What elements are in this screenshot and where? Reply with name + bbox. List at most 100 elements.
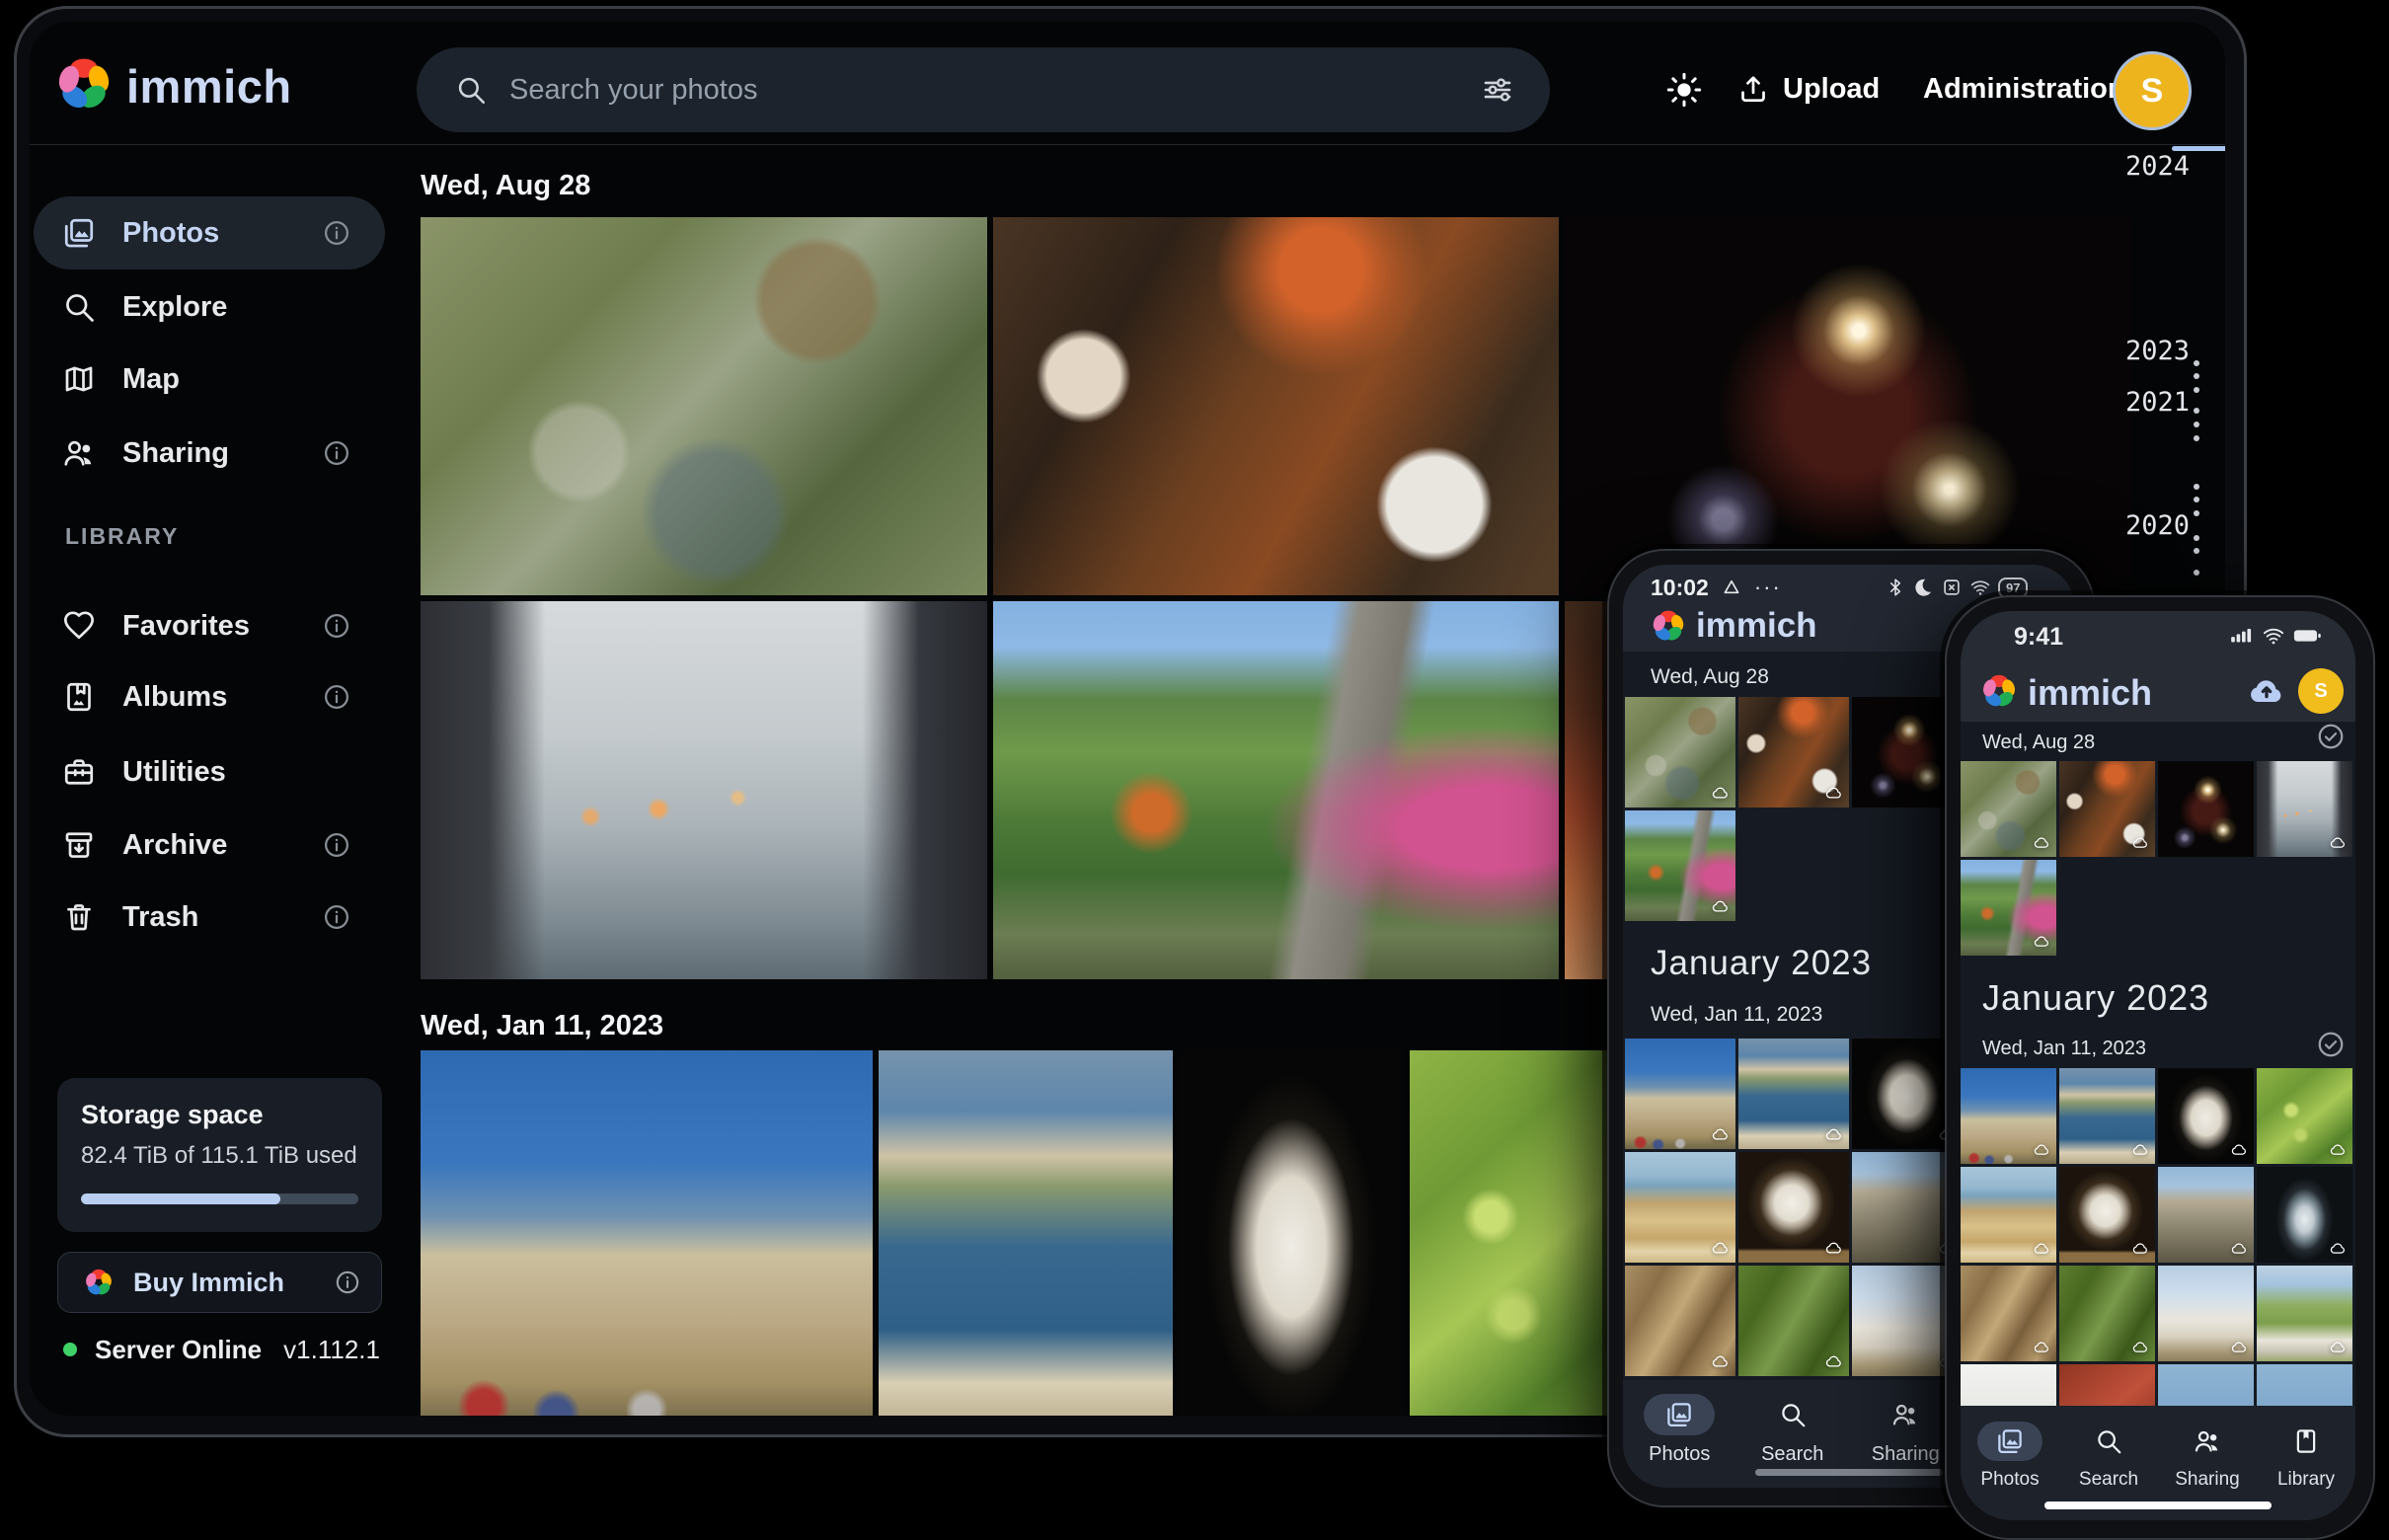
photo-snowchurch[interactable] xyxy=(2158,1266,2254,1361)
backup-cloud-icon[interactable] xyxy=(2247,672,2286,712)
info-icon[interactable] xyxy=(334,1269,361,1296)
search-icon xyxy=(1778,1400,1808,1429)
timeline-year[interactable]: 2021 xyxy=(2120,387,2190,418)
photo-alpine[interactable] xyxy=(2257,1266,2352,1361)
sidebar-item-albums[interactable]: Albums xyxy=(34,660,385,733)
avatar-letter: S xyxy=(2141,72,2164,111)
cellular-bars-icon xyxy=(2229,623,2255,649)
month-header: January 2023 xyxy=(1982,977,2209,1019)
nav-library[interactable]: Library xyxy=(2257,1422,2355,1520)
photo-dinner[interactable] xyxy=(2059,761,2155,857)
photo-coastal[interactable] xyxy=(1738,1039,1849,1149)
select-all-check-icon[interactable] xyxy=(2316,722,2346,751)
photo-ruins[interactable] xyxy=(2158,1167,2254,1263)
photo-dinner[interactable] xyxy=(1738,697,1849,808)
wifi-icon xyxy=(1969,577,1991,598)
sidebar-item-explore[interactable]: Explore xyxy=(34,270,385,344)
photo-rockbust[interactable] xyxy=(1738,1152,1849,1263)
explore-icon xyxy=(61,289,97,325)
photo-seagrapes[interactable] xyxy=(2257,1068,2352,1164)
photo-zoo[interactable] xyxy=(1625,697,1735,808)
cloud-sync-icon xyxy=(1712,1352,1730,1370)
photo-rockbust[interactable] xyxy=(2059,1167,2155,1263)
sidebar-item-trash[interactable]: Trash xyxy=(34,881,385,954)
home-indicator[interactable] xyxy=(2044,1502,2272,1509)
photo-lizard2[interactable] xyxy=(2059,1266,2155,1361)
sidebar-item-label: Sharing xyxy=(122,437,229,470)
info-icon[interactable] xyxy=(322,830,351,860)
utilities-icon xyxy=(61,754,97,790)
photo-zoo[interactable] xyxy=(1961,761,2056,857)
info-icon[interactable] xyxy=(322,902,351,932)
photo-lizard1[interactable] xyxy=(1961,1266,2056,1361)
upload-button[interactable]: Upload xyxy=(1735,61,1880,116)
photo-garden[interactable] xyxy=(1625,810,1735,921)
library-icon xyxy=(2291,1426,2321,1456)
photo-bustdark[interactable] xyxy=(2158,1068,2254,1164)
ios-clock: 9:41 xyxy=(2014,623,2063,652)
photo-castle[interactable] xyxy=(1625,1039,1735,1149)
cloud-sync-icon xyxy=(1712,1125,1730,1143)
sidebar-item-map[interactable]: Map xyxy=(34,343,385,416)
cloud-sync-icon xyxy=(2132,1339,2149,1355)
storage-space-panel: Storage space 82.4 TiB of 115.1 TiB used xyxy=(57,1078,382,1232)
cloud-sync-icon xyxy=(2330,834,2347,851)
cloud-sync-icon xyxy=(1825,784,1843,802)
sidebar-item-label: Trash xyxy=(122,901,198,934)
sidebar-item-sharing[interactable]: Sharing xyxy=(34,417,385,490)
theme-toggle-icon[interactable] xyxy=(1664,70,1704,110)
storage-title: Storage space xyxy=(81,1100,358,1130)
photo-beach[interactable] xyxy=(1961,1167,2056,1263)
photo-castle[interactable] xyxy=(421,1050,873,1416)
photo-row xyxy=(1961,1167,2352,1263)
photo-castle[interactable] xyxy=(1961,1068,2056,1164)
info-icon[interactable] xyxy=(322,438,351,468)
info-icon[interactable] xyxy=(322,682,351,712)
sidebar-item-archive[interactable]: Archive xyxy=(34,808,385,882)
cloud-sync-icon xyxy=(1712,784,1730,802)
photo-row xyxy=(421,217,2130,595)
sidebar-item-photos[interactable]: Photos xyxy=(34,196,385,270)
home-indicator[interactable] xyxy=(1755,1469,1943,1476)
sidebar-item-favorites[interactable]: Favorites xyxy=(34,589,385,662)
photo-garden[interactable] xyxy=(993,601,1559,979)
photo-seagrapes[interactable] xyxy=(1410,1050,1635,1416)
bluetooth-icon xyxy=(1886,578,1905,597)
photo-zoo[interactable] xyxy=(421,217,987,595)
photo-fireworks[interactable] xyxy=(1565,217,2130,595)
buy-immich-button[interactable]: Buy Immich xyxy=(57,1252,382,1313)
nav-photos[interactable]: Photos xyxy=(1623,1394,1736,1488)
photo-garden[interactable] xyxy=(1961,860,2056,956)
user-avatar[interactable]: S xyxy=(2298,668,2344,714)
avatar-letter: S xyxy=(2314,680,2327,703)
administration-link[interactable]: Administration xyxy=(1923,61,2125,116)
photo-row xyxy=(421,1050,1635,1416)
sidebar-item-label: Albums xyxy=(122,681,227,714)
photo-lizard1[interactable] xyxy=(1625,1266,1735,1376)
search-bar[interactable]: Search your photos xyxy=(417,47,1550,132)
info-icon[interactable] xyxy=(322,611,351,641)
timeline-year[interactable]: 2020 xyxy=(2120,510,2190,541)
timeline-year[interactable]: 2024 xyxy=(2120,151,2190,182)
photo-silvertree[interactable] xyxy=(2257,1167,2352,1263)
photo-fireworks[interactable] xyxy=(2158,761,2254,857)
cloud-sync-icon xyxy=(1825,1239,1843,1257)
select-all-check-icon[interactable] xyxy=(2316,1030,2346,1059)
photo-beach[interactable] xyxy=(1625,1152,1735,1263)
photo-coastal[interactable] xyxy=(879,1050,1173,1416)
info-icon[interactable] xyxy=(322,218,351,248)
sidebar-item-utilities[interactable]: Utilities xyxy=(34,735,385,808)
photo-bustdark[interactable] xyxy=(1179,1050,1404,1416)
administration-label: Administration xyxy=(1923,73,2125,106)
search-filters-icon[interactable] xyxy=(1481,73,1514,107)
timeline-year[interactable]: 2023 xyxy=(2120,336,2190,366)
timeline-dot xyxy=(2194,510,2199,516)
photo-hands[interactable] xyxy=(2257,761,2352,857)
sidebar-item-label: Map xyxy=(122,363,180,396)
photo-lizard2[interactable] xyxy=(1738,1266,1849,1376)
nav-label: Search xyxy=(1761,1443,1823,1466)
user-avatar[interactable]: S xyxy=(2113,51,2192,130)
photo-hands[interactable] xyxy=(421,601,987,979)
photo-coastal[interactable] xyxy=(2059,1068,2155,1164)
photo-dinner[interactable] xyxy=(993,217,1559,595)
